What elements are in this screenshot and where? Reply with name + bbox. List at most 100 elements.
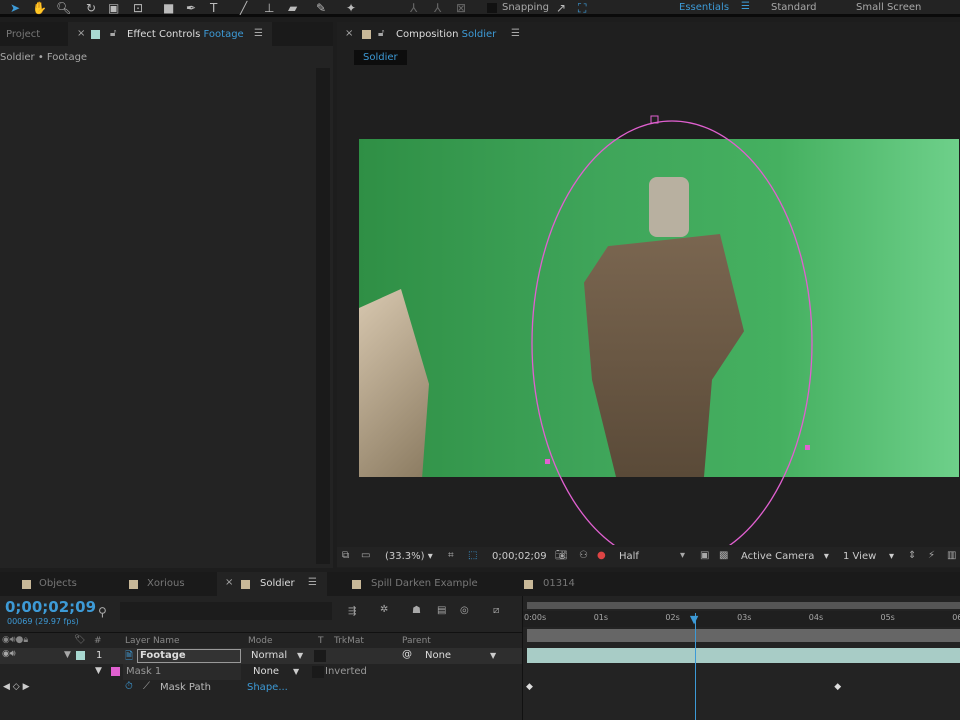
pen-tool-icon[interactable]: ✒: [186, 1, 196, 15]
magnification-dropdown[interactable]: (33.3%) ▾: [385, 551, 433, 562]
mask-overlay[interactable]: [337, 100, 960, 545]
resolution-label[interactable]: Half: [619, 551, 639, 562]
comp-subtab[interactable]: Soldier: [354, 50, 407, 65]
composition-flowchart-icon[interactable]: ⇶: [348, 606, 356, 617]
snapshot-icon[interactable]: 📷︎: [555, 550, 568, 561]
snapping-checkbox[interactable]: [487, 3, 497, 13]
mask-visibility-icon[interactable]: ⬚: [468, 550, 477, 561]
lock-icon[interactable]: 🔓︎: [378, 28, 384, 39]
transparency-grid-icon[interactable]: ▩: [719, 550, 728, 561]
work-area-navigator[interactable]: [527, 602, 960, 609]
eraser-tool-icon[interactable]: ▰: [288, 1, 297, 15]
tab-xorious[interactable]: Xorious: [147, 578, 185, 589]
hand-tool-icon[interactable]: ✋: [32, 1, 47, 15]
draft-3d-icon[interactable]: ✲: [380, 604, 388, 615]
panel-menu-icon[interactable]: ☰: [308, 577, 317, 588]
work-area-bar[interactable]: [527, 629, 960, 642]
mask-row[interactable]: ▼ Mask 1 None ▼ Inverted: [0, 664, 522, 680]
layer-name-field[interactable]: Footage: [137, 649, 241, 663]
tab-composition[interactable]: Composition Soldier: [396, 29, 496, 40]
keyframe-icon[interactable]: ◆: [834, 682, 841, 692]
scrollbar[interactable]: [316, 68, 330, 564]
layer-row[interactable]: ◉🔊︎ ▼ 1 🗎 Footage Normal ▼ @ None ▼: [0, 648, 522, 664]
preserve-transparency-checkbox[interactable]: [314, 650, 326, 662]
visibility-icon[interactable]: ◉🔊︎: [2, 649, 16, 659]
rotate-tool-icon[interactable]: ↻: [86, 1, 96, 15]
timeline-timecode[interactable]: 0;00;02;09: [5, 598, 96, 616]
snap-features-icon[interactable]: ⛶: [578, 1, 586, 16]
toggle-pixel-aspect-icon[interactable]: ⇕: [908, 550, 916, 561]
mode-dropdown-arrow-icon[interactable]: ▼: [297, 651, 303, 660]
tab-spill-darken-example[interactable]: Spill Darken Example: [371, 578, 478, 589]
current-time[interactable]: 0;00;02;09: [492, 551, 547, 562]
playhead-handle-icon[interactable]: ▼: [690, 613, 698, 626]
tab-project[interactable]: Project: [6, 29, 40, 40]
search-input[interactable]: [120, 602, 332, 620]
rectangle-tool-icon[interactable]: ■: [163, 1, 174, 15]
world-axis-icon[interactable]: ⅄: [434, 1, 441, 15]
camera-dropdown[interactable]: Active Camera ▾: [741, 551, 829, 562]
mask-name[interactable]: Mask 1: [123, 664, 241, 680]
timeline-icon[interactable]: ▥: [947, 550, 956, 561]
mask-vertex[interactable]: [545, 459, 550, 464]
close-tab-icon[interactable]: ×: [77, 28, 85, 39]
inverted-checkbox[interactable]: [312, 666, 324, 678]
pan-behind-tool-icon[interactable]: ⊡: [133, 1, 143, 15]
mask-mode-dropdown[interactable]: None: [253, 666, 279, 677]
expand-triangle-icon[interactable]: ▼: [95, 666, 102, 676]
close-tab-icon[interactable]: ×: [225, 577, 233, 588]
workspace-essentials[interactable]: Essentials: [679, 2, 729, 13]
mask-mode-arrow-icon[interactable]: ▼: [293, 667, 299, 676]
mask-color-swatch[interactable]: [111, 667, 120, 676]
tab-objects[interactable]: Objects: [39, 578, 77, 589]
expand-triangle-icon[interactable]: ▼: [64, 650, 71, 660]
channels-icon[interactable]: ●: [597, 550, 606, 561]
view-layout-dropdown[interactable]: 1 View ▾: [843, 551, 894, 562]
puppet-pin-tool-icon[interactable]: ✦: [346, 1, 356, 15]
pickwhip-icon[interactable]: @: [402, 649, 412, 660]
close-tab-icon[interactable]: ×: [345, 28, 353, 39]
parent-dropdown[interactable]: None: [425, 650, 451, 661]
shy-layers-icon[interactable]: ☗: [412, 605, 421, 616]
zoom-tool-icon[interactable]: 🔍︎: [56, 1, 71, 15]
show-snapshot-icon[interactable]: ⚇: [579, 550, 588, 561]
parent-dropdown-arrow-icon[interactable]: ▼: [490, 651, 496, 660]
region-of-interest-icon[interactable]: ▣: [700, 550, 709, 561]
grid-icon[interactable]: ⌗: [448, 550, 454, 561]
view-axis-icon[interactable]: ⊠: [456, 1, 466, 15]
keyframe-navigator-icon[interactable]: ◀ ◇ ▶: [3, 682, 30, 692]
selection-tool-icon[interactable]: ➤: [10, 1, 20, 15]
panel-menu-icon[interactable]: ☰: [254, 28, 263, 39]
resolution-dropdown-icon[interactable]: ▾: [680, 550, 685, 561]
axis-mode-icon[interactable]: ⅄: [410, 1, 417, 15]
playhead[interactable]: [694, 613, 696, 720]
layer-duration-bar[interactable]: [527, 648, 960, 663]
snap-icon[interactable]: ↗: [556, 1, 566, 15]
panel-menu-icon[interactable]: ☰: [511, 28, 520, 39]
time-graph[interactable]: 0:00s 01s 02s 03s 04s 05s 06 ◆ ◆ ▼: [522, 596, 960, 720]
mask-vertex[interactable]: [805, 445, 810, 450]
camera-tool-icon[interactable]: ▣: [108, 1, 119, 15]
col-layer-name[interactable]: Layer Name: [125, 636, 180, 646]
fast-previews-icon[interactable]: ⚡: [928, 550, 935, 561]
stopwatch-icon[interactable]: ⏱: [125, 681, 133, 692]
workspace-standard[interactable]: Standard: [771, 2, 817, 13]
tab-effect-controls[interactable]: Effect Controls Footage: [127, 29, 244, 40]
motion-blur-icon[interactable]: ◎: [460, 605, 469, 616]
time-ruler[interactable]: 0:00s 01s 02s 03s 04s 05s 06: [523, 611, 960, 627]
clone-stamp-tool-icon[interactable]: ⊥: [264, 1, 274, 15]
roto-brush-tool-icon[interactable]: ✎: [316, 1, 326, 15]
graph-editor-icon[interactable]: ⧄: [493, 605, 499, 616]
monitor-icon[interactable]: ▭: [361, 550, 370, 561]
frame-blending-icon[interactable]: ▤: [437, 605, 446, 616]
tab-soldier[interactable]: Soldier: [260, 578, 295, 589]
workspace-menu-icon[interactable]: ☰: [741, 1, 750, 12]
property-row[interactable]: ◀ ◇ ▶ ⏱ ⟋ Mask Path Shape...: [0, 680, 522, 696]
search-icon[interactable]: ⚲: [98, 605, 107, 619]
mask-path[interactable]: [531, 120, 813, 545]
layer-label-color[interactable]: [76, 651, 85, 660]
workspace-small-screen[interactable]: Small Screen: [856, 2, 921, 13]
mask-shape-link[interactable]: Shape...: [247, 682, 288, 693]
lock-icon[interactable]: 🔓︎: [110, 28, 116, 39]
tab-01314[interactable]: 01314: [543, 578, 575, 589]
